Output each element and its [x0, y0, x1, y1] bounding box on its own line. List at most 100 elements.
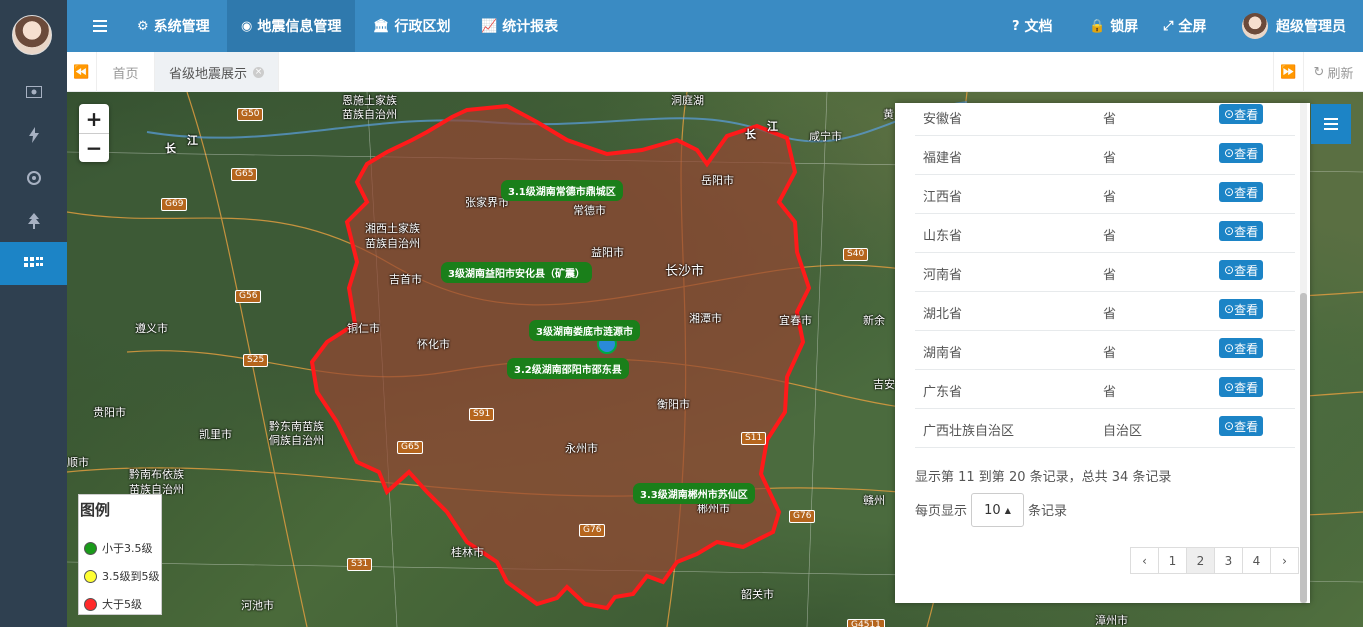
highway-shield: S11 — [741, 432, 767, 445]
province-list-panel: 安徽省 省 ⊙ 查看 福建省 省 ⊙ 查看 江西省 省 ⊙ 查看 山东省 省 ⊙ 查看 … — [895, 103, 1310, 603]
scrollbar-thumb[interactable] — [1300, 293, 1307, 603]
city-label: 黄 — [883, 108, 894, 121]
avatar[interactable] — [12, 15, 52, 55]
nav-system-settings[interactable]: ⚙ 系统管理 — [137, 0, 210, 52]
table-row: 广东省 省 ⊙ 查看 — [915, 370, 1295, 409]
eye-icon: ⊙ — [1224, 224, 1235, 238]
quake-marker[interactable]: 3.3级湖南郴州市苏仙区 — [633, 483, 755, 504]
highway-shield: S25 — [243, 354, 269, 367]
city-label: 湘西土家族 — [365, 222, 420, 235]
highway-shield: G56 — [235, 290, 262, 303]
table-row: 湖南省 省 ⊙ 查看 — [915, 331, 1295, 370]
city-label: 赣州 — [863, 494, 885, 507]
pagination-prev[interactable]: ‹ — [1130, 547, 1159, 574]
table-row: 湖北省 省 ⊙ 查看 — [915, 292, 1295, 331]
view-button[interactable]: ⊙ 查看 — [1219, 260, 1264, 280]
quake-marker[interactable]: 3级湖南益阳市安化县（矿震） — [441, 262, 592, 283]
quake-marker[interactable]: 3.1级湖南常德市鼎城区 — [501, 180, 623, 201]
apps-icon[interactable] — [0, 242, 67, 285]
pagination-page[interactable]: 1 — [1158, 547, 1187, 574]
eye-icon: ⊙ — [1224, 419, 1235, 433]
per-page-select[interactable]: 10 ▲ — [971, 493, 1024, 527]
close-icon[interactable]: × — [253, 66, 265, 78]
top-navbar: ⚙ 系统管理 ◉ 地震信息管理 🏛 行政区划 📈 统计报表 ? 文档 🔒 锁屏 ⤢ 全屏 超级… — [67, 0, 1363, 52]
forward-icon: ⏩ — [1280, 64, 1297, 80]
table-row: 福建省 省 ⊙ 查看 — [915, 136, 1295, 175]
table-row: 江西省 省 ⊙ 查看 — [915, 175, 1295, 214]
city-label: 吉首市 — [389, 273, 422, 286]
river-label: 江 — [187, 134, 198, 147]
tree-icon[interactable] — [0, 199, 67, 242]
city-label: 洞庭湖 — [671, 94, 704, 107]
tab-scroll-left-button[interactable]: ⏪ — [67, 52, 97, 92]
view-button[interactable]: ⊙ 查看 — [1219, 221, 1264, 241]
view-button[interactable]: ⊙ 查看 — [1219, 338, 1264, 358]
caret-up-icon: ▲ — [1004, 505, 1011, 515]
pagination-page[interactable]: 4 — [1242, 547, 1271, 574]
city-label: 怀化市 — [417, 338, 450, 351]
target-icon[interactable] — [0, 156, 67, 199]
bolt-icon[interactable] — [0, 113, 67, 156]
view-button[interactable]: ⊙ 查看 — [1219, 416, 1264, 436]
panel-toggle-button[interactable] — [1311, 104, 1351, 144]
tab-home[interactable]: 首页 — [97, 52, 155, 92]
lock-screen-link[interactable]: 🔒 锁屏 — [1089, 0, 1138, 52]
view-button[interactable]: ⊙ 查看 — [1219, 104, 1264, 124]
tab-scroll-right-button[interactable]: ⏩ — [1273, 52, 1303, 92]
river-label: 江 — [767, 120, 778, 133]
legend-item: 3.5级到5级 — [84, 568, 160, 584]
table-row: 山东省 省 ⊙ 查看 — [915, 214, 1295, 253]
pagination-page-current[interactable]: 2 — [1186, 547, 1215, 574]
refresh-button[interactable]: ↻ 刷新 — [1303, 52, 1363, 92]
user-avatar — [1242, 13, 1268, 39]
red-dot-icon — [84, 597, 97, 611]
eye-icon: ⊙ — [1224, 185, 1235, 199]
user-menu[interactable]: 超级管理员 — [1242, 0, 1346, 52]
city-label: 黔南布依族 — [129, 468, 184, 481]
tab-province-earthquake[interactable]: 省级地震展示 × — [155, 52, 280, 92]
city-label: 宜春市 — [779, 314, 812, 327]
river-label: 长 — [165, 142, 176, 155]
zoom-in-button[interactable]: + — [79, 104, 109, 133]
per-page-suffix: 条记录 — [1028, 504, 1068, 519]
view-button[interactable]: ⊙ 查看 — [1219, 143, 1264, 163]
view-button[interactable]: ⊙ 查看 — [1219, 182, 1264, 202]
bars-icon — [93, 20, 107, 32]
city-label: 永州市 — [565, 442, 598, 455]
city-label: 衡阳市 — [657, 398, 690, 411]
fullscreen-link[interactable]: ⤢ 全屏 — [1163, 0, 1206, 52]
pagination-next[interactable]: › — [1270, 547, 1299, 574]
money-icon[interactable] — [0, 70, 67, 113]
city-label: 漳州市 — [1095, 614, 1128, 627]
city-label: 侗族自治州 — [269, 434, 324, 447]
zoom-out-button[interactable]: − — [79, 133, 109, 162]
pagination: ‹ 1 2 3 4 › — [1130, 547, 1299, 574]
eye-icon: ⊙ — [1224, 302, 1235, 316]
view-button[interactable]: ⊙ 查看 — [1219, 299, 1264, 319]
nav-administrative-division[interactable]: 🏛 行政区划 — [373, 0, 451, 52]
highway-shield: G50 — [237, 108, 264, 121]
nav-statistics-report[interactable]: 📈 统计报表 — [481, 0, 558, 52]
backward-icon: ⏪ — [73, 64, 90, 80]
legend-item: 大于5级 — [84, 596, 142, 612]
eye-icon: ⊙ — [1224, 107, 1235, 121]
city-label: 苗族自治州 — [365, 237, 420, 250]
eye-icon: ⊙ — [1224, 341, 1235, 355]
highway-shield: S91 — [469, 408, 495, 421]
eye-icon: ⊙ — [1224, 380, 1235, 394]
quake-marker[interactable]: 3级湖南娄底市涟源市 — [529, 320, 640, 341]
quake-marker[interactable]: 3.2级湖南邵阳市邵东县 — [507, 358, 629, 379]
pagination-page[interactable]: 3 — [1214, 547, 1243, 574]
city-label: 铜仁市 — [347, 322, 380, 335]
city-label: 河池市 — [241, 599, 274, 612]
arrows-alt-icon: ⤢ — [1163, 18, 1174, 34]
city-label: 益阳市 — [591, 246, 624, 259]
nav-earthquake-info[interactable]: ◉ 地震信息管理 — [227, 0, 356, 52]
highway-shield: G65 — [231, 168, 258, 181]
view-button[interactable]: ⊙ 查看 — [1219, 377, 1264, 397]
menu-toggle-button[interactable] — [67, 0, 133, 52]
table-row: 安徽省 省 ⊙ 查看 — [915, 103, 1295, 136]
city-label: 韶关市 — [741, 588, 774, 601]
docs-link[interactable]: ? 文档 — [1012, 0, 1053, 52]
legend-item: 小于3.5级 — [84, 540, 153, 556]
